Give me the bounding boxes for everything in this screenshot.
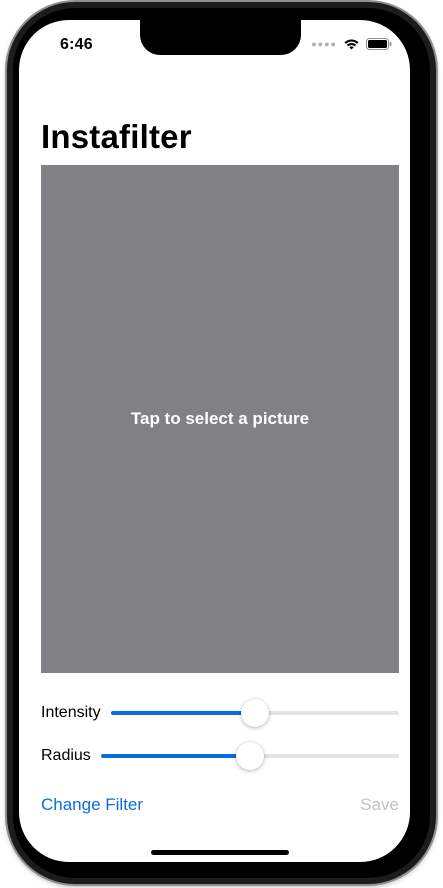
status-time: 6:46 bbox=[60, 36, 93, 53]
image-picker-area[interactable]: Tap to select a picture bbox=[41, 165, 399, 673]
cellular-dots-icon: ●●●● bbox=[311, 39, 337, 49]
image-picker-prompt: Tap to select a picture bbox=[130, 409, 310, 428]
intensity-label: Intensity bbox=[41, 704, 101, 721]
radius-label: Radius bbox=[41, 747, 91, 764]
change-filter-button[interactable]: Change Filter bbox=[41, 795, 143, 815]
intensity-slider-thumb[interactable] bbox=[240, 699, 269, 727]
radius-slider[interactable] bbox=[100, 742, 399, 770]
page-title: Instafilter bbox=[41, 118, 192, 155]
radius-slider-row: Radius bbox=[41, 741, 399, 771]
home-indicator bbox=[151, 850, 289, 855]
intensity-slider-row: Intensity bbox=[41, 698, 399, 728]
battery-icon bbox=[366, 38, 392, 50]
intensity-slider-fill bbox=[110, 711, 255, 715]
action-bar: Change Filter Save bbox=[41, 795, 399, 815]
status-icons: ●●●● bbox=[311, 38, 392, 50]
wifi-icon bbox=[344, 39, 359, 50]
intensity-slider[interactable] bbox=[110, 699, 399, 727]
app-screen: 6:46 ●●●● Instafilter Tap to select a pi… bbox=[19, 20, 410, 862]
radius-slider-thumb[interactable] bbox=[235, 742, 264, 770]
radius-slider-fill bbox=[100, 754, 250, 758]
save-button[interactable]: Save bbox=[360, 795, 399, 815]
camera-notch bbox=[140, 20, 301, 55]
